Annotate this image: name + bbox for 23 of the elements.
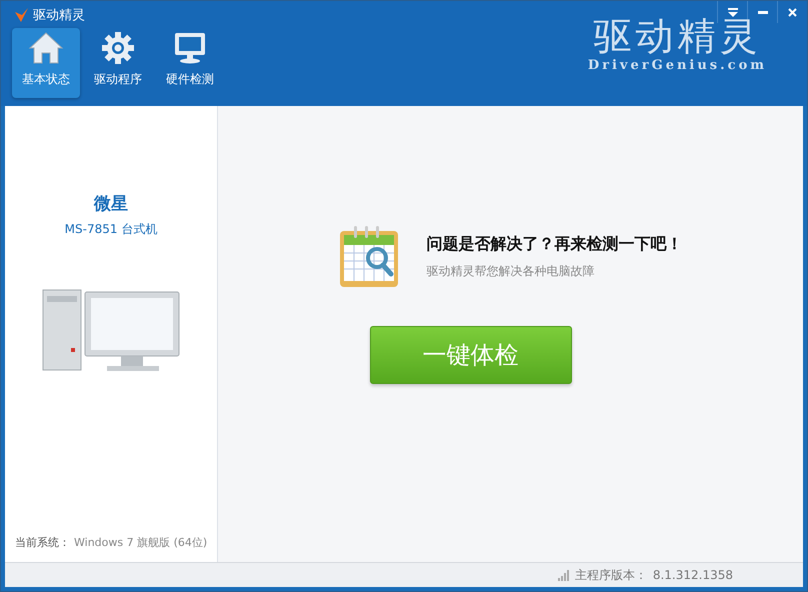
system-value: Windows 7 旗舰版 (64位) xyxy=(74,535,208,550)
monitor-icon xyxy=(173,31,207,65)
device-model: MS-7851 台式机 xyxy=(64,221,158,238)
dropdown-icon xyxy=(728,8,738,16)
minimize-icon xyxy=(758,10,768,14)
signal-icon xyxy=(558,570,569,580)
close-icon xyxy=(788,8,797,16)
subtitle: 驱动精灵帮您解决各种电脑故障 xyxy=(426,263,596,280)
nav-tab[interactable]: 硬件检测 xyxy=(156,28,224,98)
brand-website: DriverGenius.com xyxy=(588,58,767,73)
app-logo-icon xyxy=(13,6,29,22)
headline: 问题是否解决了？再来检测一下吧！ xyxy=(426,234,682,255)
house-icon xyxy=(28,31,64,65)
version-label: 主程序版本： xyxy=(574,566,647,584)
nav-tab[interactable]: 驱动程序 xyxy=(84,28,152,98)
brand-logo: 驱动精灵 xyxy=(593,14,762,58)
device-brand: 微星 xyxy=(94,193,128,215)
gear-icon xyxy=(101,31,135,65)
calendar-search-icon xyxy=(338,226,398,288)
version-number: 8.1.312.1358 xyxy=(652,568,733,582)
window-title: 驱动精灵 xyxy=(33,6,85,24)
system-label: 当前系统： xyxy=(15,535,70,550)
nav-tab[interactable]: 基本状态 xyxy=(12,28,80,98)
